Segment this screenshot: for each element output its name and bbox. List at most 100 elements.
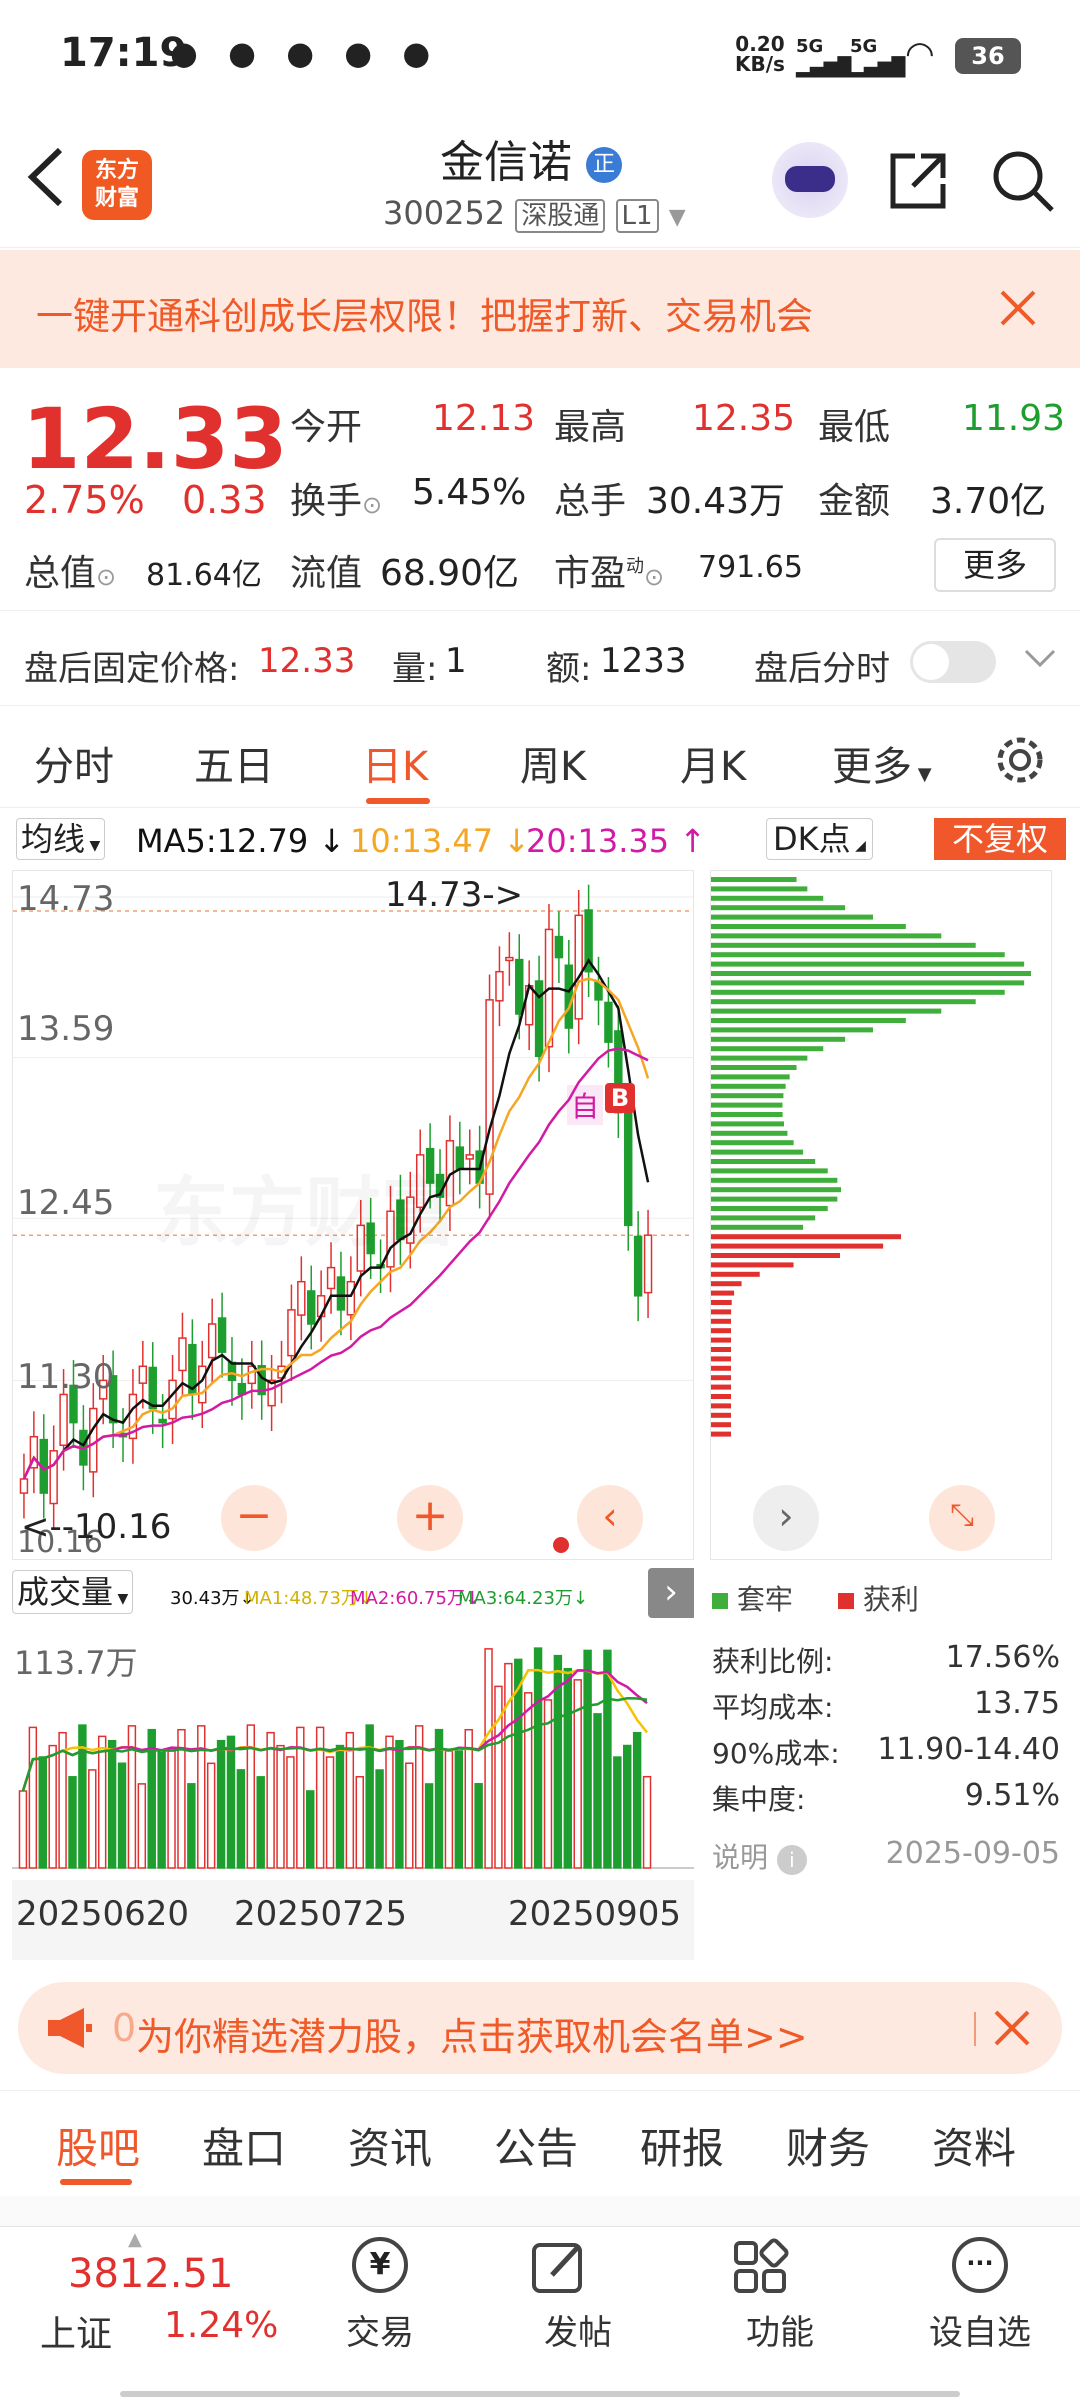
date-label-3: 20250905 (508, 1894, 682, 1934)
ma10-label: 10:13.47 ↓ (350, 822, 531, 860)
chip-trapped-bar (711, 1168, 828, 1174)
candle-body (287, 1309, 296, 1357)
chip-distribution[interactable]: › ⤡ (710, 870, 1052, 1560)
chip-trapped-bar (711, 952, 1005, 958)
info-icon: ⊙ (96, 563, 117, 591)
tab-orderbook[interactable]: 盘口 (202, 2115, 286, 2176)
pe-value: 791.65 (698, 550, 803, 585)
stat-label-conc: 集中度: (712, 1783, 806, 1816)
promo-prefix: 0 (112, 2006, 137, 2050)
dk-button[interactable]: DK点 ◢ (766, 818, 873, 860)
more-button[interactable]: 更多 (934, 538, 1056, 592)
tab-profile[interactable]: 资料 (932, 2115, 1016, 2176)
chip-trapped-bar (711, 942, 976, 948)
volume-bar (424, 1783, 434, 1869)
mktcap-value: 81.64亿 (146, 558, 262, 593)
chip-next-button[interactable]: › (753, 1485, 819, 1551)
volume-bar (137, 1783, 147, 1869)
ah-toggle-switch[interactable] (910, 641, 996, 683)
volume-bar (167, 1750, 176, 1869)
chip-trapped-bar (711, 1224, 804, 1230)
volume-label: 总手 (554, 481, 627, 522)
trade-button[interactable]: ¥ 交易 (330, 2237, 430, 2354)
candle-body (19, 1478, 29, 1494)
tab-research[interactable]: 研报 (640, 2115, 724, 2176)
volume-bar (504, 1662, 513, 1869)
info-icon: ⊙ (362, 491, 383, 519)
expand-icon[interactable]: ⤡ (929, 1485, 995, 1551)
explain-link[interactable]: 说明 i (712, 1836, 807, 1876)
chip-trapped-bar (711, 1206, 828, 1211)
candle-body (624, 1112, 633, 1227)
volume-chart[interactable]: 113.7万 20250620 20250725 20250905 (12, 1618, 694, 1960)
tab-minute[interactable]: 分时 (34, 734, 114, 792)
candle-body (604, 1001, 613, 1043)
tab-financials[interactable]: 财务 (786, 2115, 870, 2176)
chip-profit-bar (711, 1394, 731, 1399)
close-icon[interactable] (998, 288, 1038, 328)
stock-code-line[interactable]: 300252 深股通 L1 ▼ (383, 194, 686, 233)
gear-icon[interactable] (992, 732, 1048, 788)
chip-trapped-bar (711, 1046, 824, 1052)
ma-selector[interactable]: 均线 ▼ (16, 818, 106, 860)
tab-more[interactable]: 更多 ▼ (832, 734, 932, 792)
back-icon[interactable] (22, 142, 68, 212)
open-value: 12.13 (432, 398, 536, 439)
amount-value: 3.70亿 (930, 481, 1047, 522)
chip-trapped-bar (711, 877, 797, 882)
zoom-out-button[interactable]: − (221, 1485, 287, 1551)
volume-selector[interactable]: 成交量 ▼ (12, 1570, 134, 1614)
promo-bar[interactable]: 0 为你精选潜力股，点击获取机会名单>> (18, 1982, 1062, 2074)
chip-trapped-bar (711, 1008, 942, 1014)
scroll-left-button[interactable]: ‹ (577, 1485, 643, 1551)
volume-value: 30.43万 (646, 481, 786, 522)
chip-profit-bar (711, 1300, 732, 1305)
turnover-value: 5.45% (412, 472, 527, 513)
watchlist-button[interactable]: ··· 设自选 (920, 2237, 1040, 2354)
kline-chart[interactable]: 东方财富 14.73 13.59 12.45 11.30 10.16 14.73… (12, 870, 694, 1560)
turnover-label: 换手⊙ (290, 481, 383, 522)
tab-announcements[interactable]: 公告 (494, 2115, 578, 2176)
adjust-button[interactable]: 不复权 (934, 818, 1066, 860)
pe-label: 市盈动⊙ (554, 553, 665, 594)
chip-profit-bar (711, 1375, 731, 1381)
robot-assistant-icon[interactable] (772, 142, 848, 218)
post-button[interactable]: 发帖 (528, 2237, 628, 2354)
chip-profit-bar (711, 1234, 901, 1240)
stat-label-90: 90%成本: (712, 1737, 840, 1770)
ma20-label: 20:13.35 ↑ (526, 822, 707, 860)
search-icon[interactable] (990, 148, 1056, 214)
candle-body (564, 964, 574, 1029)
close-icon[interactable] (992, 2008, 1032, 2048)
zoom-in-button[interactable]: + (397, 1485, 463, 1551)
tab-forum[interactable]: 股吧 (56, 2115, 140, 2176)
candle-body (227, 1361, 237, 1382)
open-label: 今开 (290, 407, 363, 448)
status-time: 17:19 (60, 30, 188, 76)
panel-toggle-button[interactable]: › (648, 1568, 694, 1618)
tab-news[interactable]: 资讯 (348, 2115, 432, 2176)
self-tag: 自 (567, 1085, 604, 1125)
chip-trapped-bar (711, 1121, 785, 1127)
share-icon[interactable] (885, 148, 951, 214)
wifi-icon: ◠ (905, 34, 935, 74)
tab-weekly-k[interactable]: 周K (520, 734, 586, 792)
chip-trapped-bar (711, 980, 1025, 986)
function-button[interactable]: 功能 (730, 2237, 830, 2354)
low-value: 11.93 (962, 398, 1066, 439)
stock-name: 金信诺 (440, 137, 572, 188)
ah-price-label: 盘后固定价格: (24, 649, 240, 689)
buy-tag[interactable]: B (605, 1083, 635, 1113)
ah-vol-label: 量: (392, 649, 438, 689)
tab-monthly-k[interactable]: 月K (680, 734, 746, 792)
info-icon: ⊙ (644, 563, 665, 591)
tab-five-day[interactable]: 五日 (194, 734, 274, 792)
chip-profit-bar (711, 1431, 731, 1437)
tab-daily-k[interactable]: 日K (362, 734, 428, 792)
index-ticker[interactable]: ▲ 3812.51 上证 1.24% (0, 2227, 310, 2377)
chevron-down-icon[interactable] (1022, 647, 1058, 671)
app-logo[interactable]: 东方 财富 (82, 150, 152, 220)
candle-body (505, 956, 514, 962)
volume-bar (355, 1775, 364, 1869)
permission-banner[interactable]: 一键开通科创成长层权限！把握打新、交易机会 (0, 250, 1080, 368)
